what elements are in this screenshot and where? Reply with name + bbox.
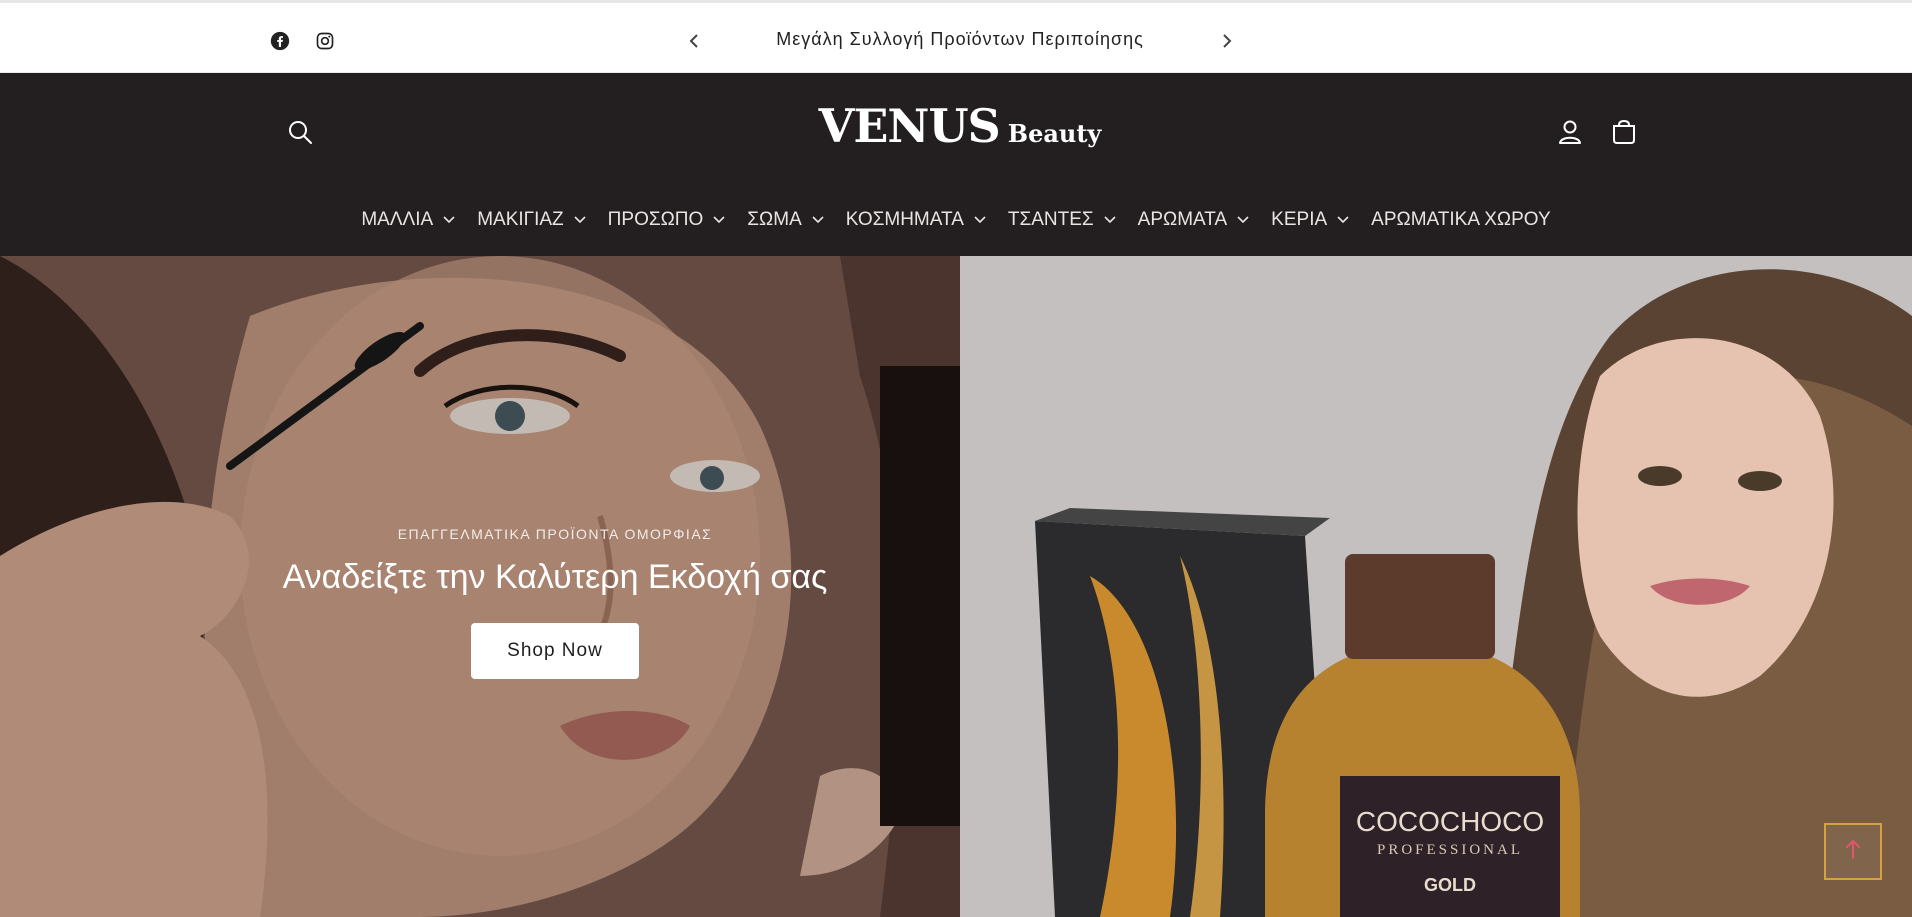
nav-item-candles[interactable]: ΚΕΡΙΑ	[1260, 209, 1360, 231]
chevron-down-icon	[713, 214, 725, 226]
hero-image-haircare: COCOCHOCO PROFESSIONAL GOLD	[960, 256, 1912, 917]
hero-title: Αναδείξτε την Καλύτερη Εκδοχή σας	[282, 558, 828, 596]
nav-item-label: ΜΑΛΛΙΑ	[361, 209, 434, 230]
instagram-icon[interactable]	[313, 29, 337, 53]
chevron-right-icon[interactable]	[1213, 27, 1241, 55]
nav-item-label: ΚΟΣΜΗΜΑΤΑ	[845, 209, 964, 230]
nav-item-label: ΤΣΑΝΤΕΣ	[1007, 209, 1094, 230]
nav-item-label: ΜΑΚΙΓΙΑΖ	[477, 209, 564, 230]
nav-item-home-fragrances[interactable]: ΑΡΩΜΑΤΙΚΑ ΧΩΡΟΥ	[1360, 209, 1562, 231]
account-icon[interactable]	[1553, 115, 1587, 149]
announcement-bar: Μεγάλη Συλλογή Προϊόντων Περιποίησης	[0, 0, 1912, 73]
nav-item-hair[interactable]: ΜΑΛΛΙΑ	[350, 209, 466, 231]
chevron-down-icon	[974, 214, 986, 226]
nav-item-label: ΚΕΡΙΑ	[1271, 209, 1328, 230]
nav-item-makeup[interactable]: ΜΑΚΙΓΙΑΖ	[466, 209, 596, 231]
nav-item-jewelry[interactable]: ΚΟΣΜΗΜΑΤΑ	[835, 209, 997, 231]
nav-item-label: ΣΩΜΑ	[747, 209, 802, 230]
nav-item-perfumes[interactable]: ΑΡΩΜΑΤΑ	[1127, 209, 1261, 231]
chevron-down-icon	[1104, 214, 1116, 226]
nav-item-bags[interactable]: ΤΣΑΝΤΕΣ	[997, 209, 1127, 231]
site-header: VENUS Beauty ΜΑΛΛΙΑ ΜΑΚΙΓΙΑΖ ΠΡΟΣΩΠΟ ΣΩΜ…	[0, 73, 1912, 256]
chevron-down-icon	[1237, 214, 1249, 226]
nav-item-face[interactable]: ΠΡΟΣΩΠΟ	[597, 209, 737, 231]
logo-sub-text: Beauty	[1007, 119, 1102, 148]
chevron-down-icon	[812, 214, 824, 226]
chevron-down-icon	[443, 214, 455, 226]
main-nav: ΜΑΛΛΙΑ ΜΑΚΙΓΙΑΖ ΠΡΟΣΩΠΟ ΣΩΜΑ ΚΟΣΜΗΜΑΤΑ Τ…	[0, 205, 1912, 235]
hero-eyebrow: ΕΠΑΓΓΕΛΜΑΤΙΚΑ ΠΡΟΪΟΝΤΑ ΟΜΟΡΦΙΑΣ	[397, 526, 713, 542]
search-icon[interactable]	[283, 115, 317, 149]
chevron-down-icon	[574, 214, 586, 226]
scroll-to-top-button[interactable]	[1824, 823, 1882, 880]
shop-now-button[interactable]: Shop Now	[471, 623, 639, 679]
product-brand-text: COCOCHOCO	[1356, 806, 1544, 837]
announcement-text: Μεγάλη Συλλογή Προϊόντων Περιποίησης	[776, 29, 1144, 49]
chevron-left-icon[interactable]	[680, 27, 708, 55]
nav-item-label: ΠΡΟΣΩΠΟ	[607, 209, 704, 230]
logo-main-text: VENUS	[818, 99, 1001, 153]
cart-icon[interactable]	[1607, 115, 1641, 149]
site-logo[interactable]: VENUS Beauty	[819, 99, 1102, 159]
chevron-down-icon	[1337, 214, 1349, 226]
hero-banner: COCOCHOCO PROFESSIONAL GOLD ΕΠΑΓΓΕΛΜΑΤΙΚ…	[0, 256, 1912, 917]
nav-item-label: ΑΡΩΜΑΤΑ	[1137, 209, 1228, 230]
product-line-text: PROFESSIONAL	[1377, 842, 1523, 858]
nav-item-body[interactable]: ΣΩΜΑ	[736, 209, 834, 231]
arrow-up-icon	[1844, 838, 1862, 865]
nav-item-label: ΑΡΩΜΑΤΙΚΑ ΧΩΡΟΥ	[1371, 209, 1551, 230]
facebook-icon[interactable]	[268, 29, 292, 53]
product-name-text: GOLD	[1424, 875, 1476, 895]
hero-copy: ΕΠΑΓΓΕΛΜΑΤΙΚΑ ΠΡΟΪΟΝΤΑ ΟΜΟΡΦΙΑΣ Αναδείξτ…	[190, 526, 920, 679]
